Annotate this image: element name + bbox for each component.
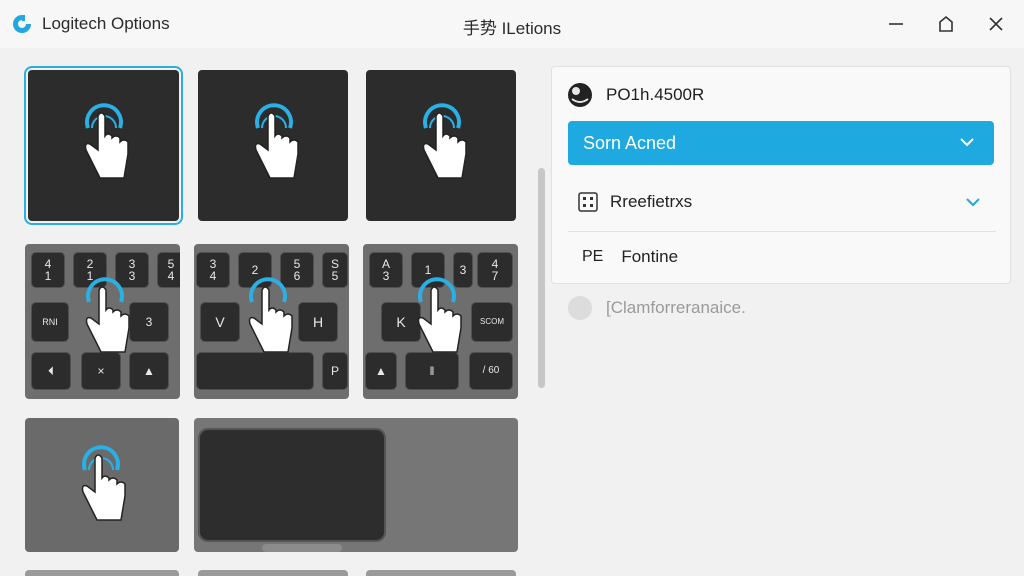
touch-gesture-icon: [248, 277, 293, 353]
key: ▲: [365, 352, 397, 390]
gesture-tile-3[interactable]: [366, 70, 516, 221]
touch-gesture-icon: [81, 445, 126, 521]
key: H: [298, 302, 338, 342]
gesture-tile-keyboard-3[interactable]: A3 1 3 47 K SCOM ▲ ‖ / 60: [363, 244, 518, 399]
key: 34: [196, 252, 230, 288]
touch-gesture-icon: [417, 277, 462, 353]
window-title: 手势 ILetions: [462, 19, 562, 38]
home-icon: [939, 15, 953, 32]
device-name: PO1h.4500R: [606, 85, 705, 104]
function-prefix: PE: [582, 248, 604, 265]
close-button[interactable]: [980, 10, 1012, 38]
touchpad-surface: [198, 428, 386, 542]
minimize-button[interactable]: [880, 10, 912, 38]
disabled-option-label: [Clamforreranaice.: [606, 298, 746, 317]
gesture-tile-4[interactable]: [25, 418, 179, 552]
settings-panel: PO1h.4500R Sorn Acned Rreefietrxs PE Fon…: [551, 66, 1011, 284]
gesture-tile-6[interactable]: [198, 570, 348, 576]
chevron-down-icon: [966, 198, 980, 207]
divider: [568, 231, 996, 232]
window-controls: [880, 10, 1012, 38]
key-bottom-label: 7: [491, 269, 499, 283]
preferences-row[interactable]: Rreefietrxs: [578, 187, 998, 217]
action-dropdown[interactable]: Sorn Acned: [568, 121, 994, 165]
key: / 60: [469, 352, 513, 390]
minimize-icon: [889, 23, 903, 25]
key: ⏴: [31, 352, 71, 390]
key: 41: [31, 252, 65, 288]
key-bottom-label: 5: [331, 269, 339, 283]
gesture-tile-keyboard-2[interactable]: 34 2 56 S5 V H P: [194, 244, 349, 399]
chevron-down-icon: [960, 138, 974, 147]
key: 54: [157, 252, 180, 288]
gesture-tile-keyboard-1[interactable]: 41 21 33 54 RNI 3 ⏴ × ▲: [25, 244, 180, 399]
action-dropdown-label: Sorn Acned: [583, 132, 677, 153]
grid-icon: [578, 192, 598, 212]
key-bottom-label: 4: [209, 269, 217, 283]
gesture-tile-touchpad[interactable]: [194, 418, 518, 552]
preferences-label: Rreefietrxs: [610, 192, 693, 211]
key: A3: [369, 252, 403, 288]
device-row: PO1h.4500R: [566, 81, 704, 109]
title-bar: Logitech Options 手势 ILetions: [0, 0, 1024, 48]
touchpad-button: [262, 544, 342, 552]
touch-gesture-icon: [422, 103, 467, 179]
key: S5: [322, 252, 348, 288]
close-icon: [989, 17, 1003, 31]
key: P: [322, 352, 348, 390]
key-bottom-label: 4: [167, 269, 175, 283]
key: 47: [477, 252, 513, 288]
touch-gesture-icon: [84, 103, 129, 179]
touch-gesture-icon: [85, 277, 130, 353]
gesture-tile-5[interactable]: [25, 570, 179, 576]
disabled-option: [Clamforreranaice.: [568, 296, 746, 320]
gesture-grid: 41 21 33 54 RNI 3 ⏴ × ▲ 34 2 56 S5 V H P…: [0, 48, 540, 576]
touch-gesture-icon: [254, 103, 299, 179]
gesture-tile-2[interactable]: [198, 70, 348, 221]
device-icon: [568, 83, 592, 107]
scrollbar[interactable]: [538, 168, 545, 388]
radio-circle: [568, 296, 592, 320]
function-row[interactable]: PE Fontine: [582, 247, 678, 267]
key: SCOM: [471, 302, 513, 342]
maximize-button[interactable]: [930, 10, 962, 38]
function-label: Fontine: [621, 247, 679, 266]
key-bottom-label: 3: [382, 269, 390, 283]
gesture-tile-1[interactable]: [24, 66, 183, 225]
gesture-tile-7[interactable]: [366, 570, 516, 576]
key: RNI: [31, 302, 69, 342]
key-bottom-label: 1: [44, 269, 52, 283]
